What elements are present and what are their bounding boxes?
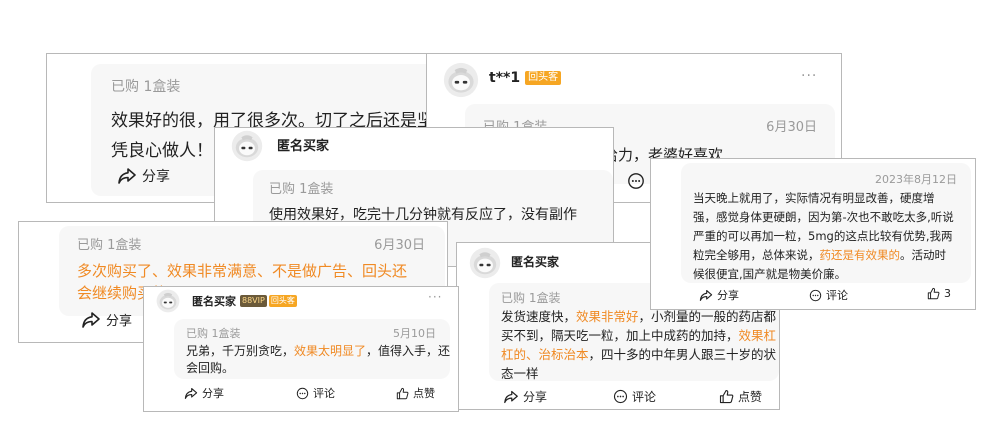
review-date: 6月30日	[374, 238, 425, 253]
share-button[interactable]: 分享	[81, 310, 132, 329]
user-avatar	[231, 130, 263, 162]
review-text: 多次购买了、效果非常满意、不是做广告、回头还	[77, 262, 408, 280]
purchase-info: 已购 1盒装	[269, 182, 334, 197]
share-icon	[117, 167, 137, 185]
thumbs-up-icon	[719, 389, 734, 404]
review-text-2: 凭良心做人！！	[111, 141, 230, 161]
share-button[interactable]: 分享	[699, 287, 739, 303]
review-date: 2023年8月12日	[875, 173, 957, 186]
more-options-icon[interactable]: ···	[428, 290, 442, 304]
share-label: 分享	[142, 169, 170, 185]
comment-icon	[627, 172, 645, 190]
comment-icon	[296, 387, 309, 400]
user-avatar	[443, 62, 479, 98]
comment-button[interactable]: 评论	[809, 287, 848, 303]
comment-icon	[809, 289, 822, 302]
review-text: 发货速度快，效果非常好，小剂量的一般的药店都 买不到，隔天吃一粒，加上中成药的加…	[501, 309, 777, 381]
share-icon	[81, 311, 101, 329]
review-text: 当天晚上就用了，实际情况有明显改善，硬度增 强，感觉身体更硬朗，因为第-次也不敢…	[693, 191, 954, 281]
username[interactable]: 匿名买家	[511, 253, 559, 270]
share-button[interactable]: 分享	[184, 385, 224, 401]
username[interactable]: 匿名买家	[277, 135, 329, 154]
thumbs-up-icon	[396, 387, 409, 400]
username[interactable]: 匿名买家 88VIP 回头客	[192, 293, 297, 309]
purchase-info: 已购 1盒装	[77, 238, 142, 253]
like-count: 3	[944, 287, 951, 300]
vip-badge: 88VIP	[240, 295, 267, 307]
review-date: 5月10日	[393, 327, 436, 340]
user-avatar	[469, 247, 501, 279]
repeat-customer-badge: 回头客	[525, 71, 562, 85]
comment-icon	[613, 389, 628, 404]
share-button[interactable]: 分享	[503, 388, 547, 405]
user-avatar	[156, 289, 180, 313]
share-button[interactable]: 分享	[117, 166, 170, 186]
purchase-info: 已购 1盒装	[501, 291, 561, 305]
repeat-customer-badge: 回头客	[268, 295, 297, 307]
username[interactable]: t**1 回头客	[489, 70, 562, 86]
share-icon	[503, 390, 519, 404]
like-button[interactable]: 点赞	[396, 385, 435, 401]
review-date: 6月30日	[766, 120, 817, 135]
review-card-5: 匿名买家 88VIP 回头客 ··· 已购 1盒装 5月10日 兄弟，千万别贪吃…	[143, 286, 459, 412]
review-body: 2023年8月12日 当天晚上就用了，实际情况有明显改善，硬度增 强，感觉身体更…	[681, 163, 971, 283]
share-icon	[699, 289, 713, 302]
review-body: 已购 1盒装 5月10日 兄弟，千万别贪吃，效果太明显了，值得入手，还 会回购。	[174, 319, 450, 379]
like-button[interactable]: 点赞	[719, 388, 762, 405]
like-button[interactable]: 3	[927, 287, 951, 300]
comment-button[interactable]: 评论	[613, 388, 656, 405]
share-icon	[184, 387, 198, 400]
purchase-info: 已购 1盒装	[111, 79, 181, 95]
thumbs-up-icon	[927, 287, 940, 300]
more-options-icon[interactable]: ···	[801, 68, 817, 84]
review-text: 兄弟，千万别贪吃，效果太明显了，值得入手，还 会回购。	[186, 344, 450, 375]
purchase-info: 已购 1盒装	[186, 327, 241, 340]
review-card-7: 2023年8月12日 当天晚上就用了，实际情况有明显改善，硬度增 强，感觉身体更…	[650, 158, 976, 310]
comment-button[interactable]: 评论	[296, 385, 335, 401]
